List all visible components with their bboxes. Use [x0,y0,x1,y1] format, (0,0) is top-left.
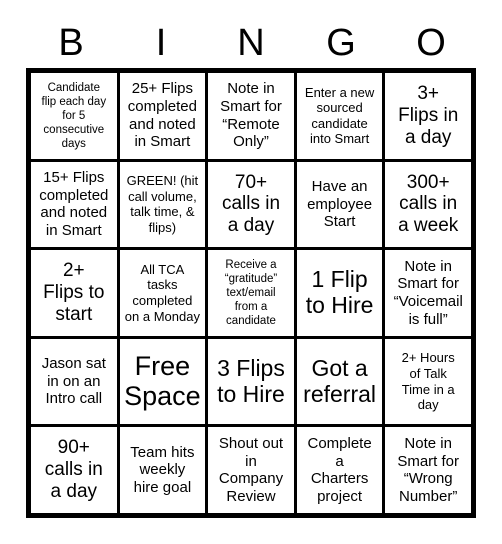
bingo-cell-label: Shout out in Company Review [218,434,284,505]
bingo-header-letter-g: G [326,22,356,64]
bingo-cell-label: Complete a Charters project [307,434,372,505]
bingo-cell-label: Note in Smart for “Wrong Number” [397,434,460,505]
bingo-cell-r2c4[interactable]: Have an employee Start [296,161,383,248]
bingo-cell-label: 90+ calls in a day [44,437,103,503]
bingo-cell-label: 1 Flip to Hire [305,266,374,318]
bingo-cell-label: Free Space [124,350,201,411]
bingo-grid: Candidate flip each day for 5 consecutiv… [26,68,476,518]
bingo-cell-r1c1[interactable]: Candidate flip each day for 5 consecutiv… [31,73,117,159]
bingo-cell-r4c1[interactable]: Jason sat in on an Intro call [31,338,117,425]
bingo-cell-r3c3[interactable]: Receive a “gratitude” text/email from a … [208,250,294,336]
bingo-cell-r5c4[interactable]: Complete a Charters project [296,427,383,513]
bingo-cell-label: Have an employee Start [307,177,373,231]
bingo-cell-label: Receive a “gratitude” text/email from a … [224,258,278,328]
bingo-cell-r4c5[interactable]: 2+ Hours of Talk Time in a day [385,338,471,425]
bingo-cell-label: All TCA tasks completed on a Monday [124,261,200,324]
bingo-cell-r2c1[interactable]: 15+ Flips completed and noted in Smart [31,161,117,248]
bingo-cell-r1c3[interactable]: Note in Smart for “Remote Only” [208,73,294,159]
bingo-cell-label: 300+ calls in a week [398,171,459,237]
bingo-cell-r2c2[interactable]: GREEN! (hit call volume, talk time, & fl… [119,161,206,248]
bingo-cell-label: GREEN! (hit call volume, talk time, & fl… [126,173,199,235]
bingo-cell-r4c2[interactable]: Free Space [119,338,206,425]
bingo-header-letter-i: I [155,22,167,64]
bingo-header-letter-o: O [416,22,446,64]
bingo-cell-label: Team hits weekly hire goal [130,443,195,497]
bingo-cell-label: Candidate flip each day for 5 consecutiv… [41,81,107,150]
bingo-header: BINGO [26,18,476,68]
bingo-cell-r1c2[interactable]: 25+ Flips completed and noted in Smart [119,73,206,159]
bingo-cell-label: 2+ Hours of Talk Time in a day [401,350,455,413]
bingo-cell-r5c2[interactable]: Team hits weekly hire goal [119,427,206,513]
bingo-cell-label: 25+ Flips completed and noted in Smart [127,80,197,151]
bingo-cell-r1c5[interactable]: 3+ Flips in a day [385,73,471,159]
bingo-cell-label: Note in Smart for “Remote Only” [220,80,282,151]
bingo-cell-label: Jason sat in on an Intro call [41,355,106,408]
bingo-cell-r4c4[interactable]: Got a referral [296,338,383,425]
bingo-cell-r3c2[interactable]: All TCA tasks completed on a Monday [119,250,206,336]
bingo-cell-label: 15+ Flips completed and noted in Smart [39,169,109,240]
bingo-cell-r5c1[interactable]: 90+ calls in a day [31,427,117,513]
bingo-cell-label: Enter a new sourced candidate into Smart [304,84,375,147]
bingo-header-letter-b: B [58,22,84,64]
bingo-cell-r3c4[interactable]: 1 Flip to Hire [296,250,383,336]
bingo-cell-label: Got a referral [303,354,377,407]
bingo-cell-r2c5[interactable]: 300+ calls in a week [385,161,471,248]
bingo-cell-label: Note in Smart for “Voicemail is full” [393,257,463,328]
bingo-cell-r2c3[interactable]: 70+ calls in a day [208,161,294,248]
bingo-cell-r5c5[interactable]: Note in Smart for “Wrong Number” [385,427,471,513]
bingo-cell-label: 3 Flips to Hire [217,354,285,407]
bingo-header-letter-n: N [237,22,265,64]
bingo-cell-label: 3+ Flips in a day [398,83,459,148]
bingo-cell-label: 70+ calls in a day [221,171,281,237]
bingo-card: B I N G O Candidate flip each day for 5 cons… [0,0,502,544]
bingo-cell-r1c4[interactable]: Enter a new sourced candidate into Smart [296,73,383,159]
bingo-cell-r5c3[interactable]: Shout out in Company Review [208,427,294,513]
bingo-cell-r4c3[interactable]: 3 Flips to Hire [208,338,294,425]
bingo-cell-r3c5[interactable]: Note in Smart for “Voicemail is full” [385,250,471,336]
bingo-cell-r3c1[interactable]: 2+ Flips to start [31,250,117,336]
bingo-cell-label: 2+ Flips to start [43,260,105,325]
